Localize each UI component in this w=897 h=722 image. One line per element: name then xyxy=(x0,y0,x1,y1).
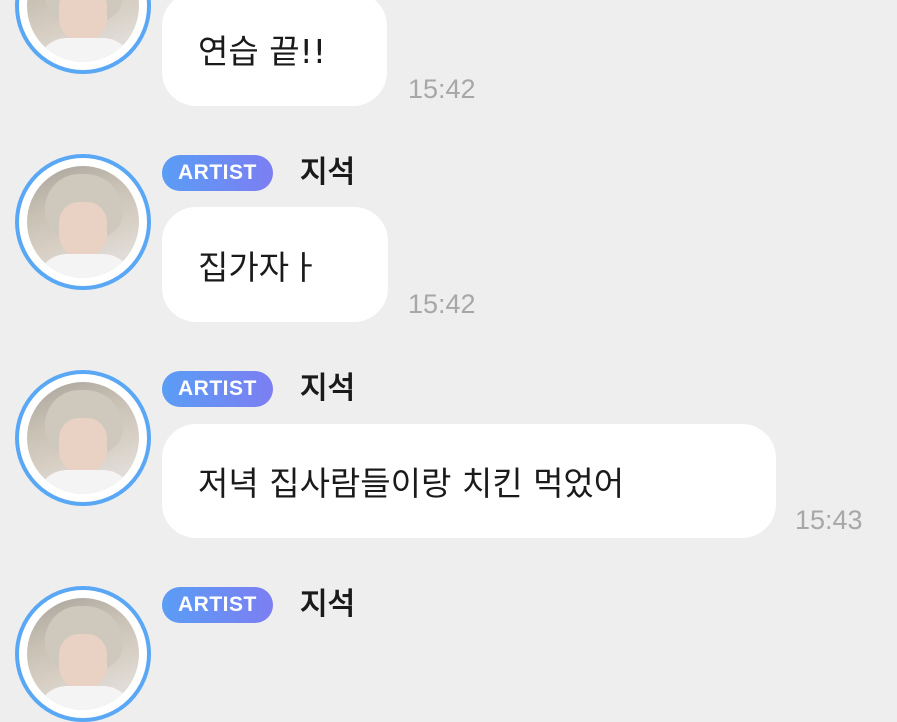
artist-badge: ARTIST xyxy=(162,155,273,191)
sender-avatar[interactable] xyxy=(15,0,151,74)
message-time: 15:43 xyxy=(795,505,863,535)
avatar-photo xyxy=(27,598,139,710)
message-time: 15:42 xyxy=(408,289,476,319)
sender-name[interactable]: 지석 xyxy=(300,587,355,623)
message-bubble[interactable]: 집가자ㅏ xyxy=(162,207,388,322)
message-text: 저녁 집사람들이랑 치킨 먹었어 xyxy=(198,464,625,503)
artist-badge: ARTIST xyxy=(162,371,273,407)
sender-avatar[interactable] xyxy=(15,586,151,722)
message-bubble[interactable]: 저녁 집사람들이랑 치킨 먹었어 xyxy=(162,424,776,538)
artist-badge: ARTIST xyxy=(162,587,273,623)
sender-name[interactable]: 지석 xyxy=(300,371,355,407)
avatar-photo xyxy=(27,382,139,494)
avatar-photo xyxy=(27,166,139,278)
sender-avatar[interactable] xyxy=(15,154,151,290)
message-time: 15:42 xyxy=(408,74,476,104)
message-text: 연습 끝!! xyxy=(198,32,327,71)
sender-name[interactable]: 지석 xyxy=(300,155,355,191)
message-bubble[interactable]: 연습 끝!! xyxy=(162,0,387,106)
avatar-photo xyxy=(27,0,139,62)
sender-avatar[interactable] xyxy=(15,370,151,506)
message-text: 집가자ㅏ xyxy=(198,247,320,287)
